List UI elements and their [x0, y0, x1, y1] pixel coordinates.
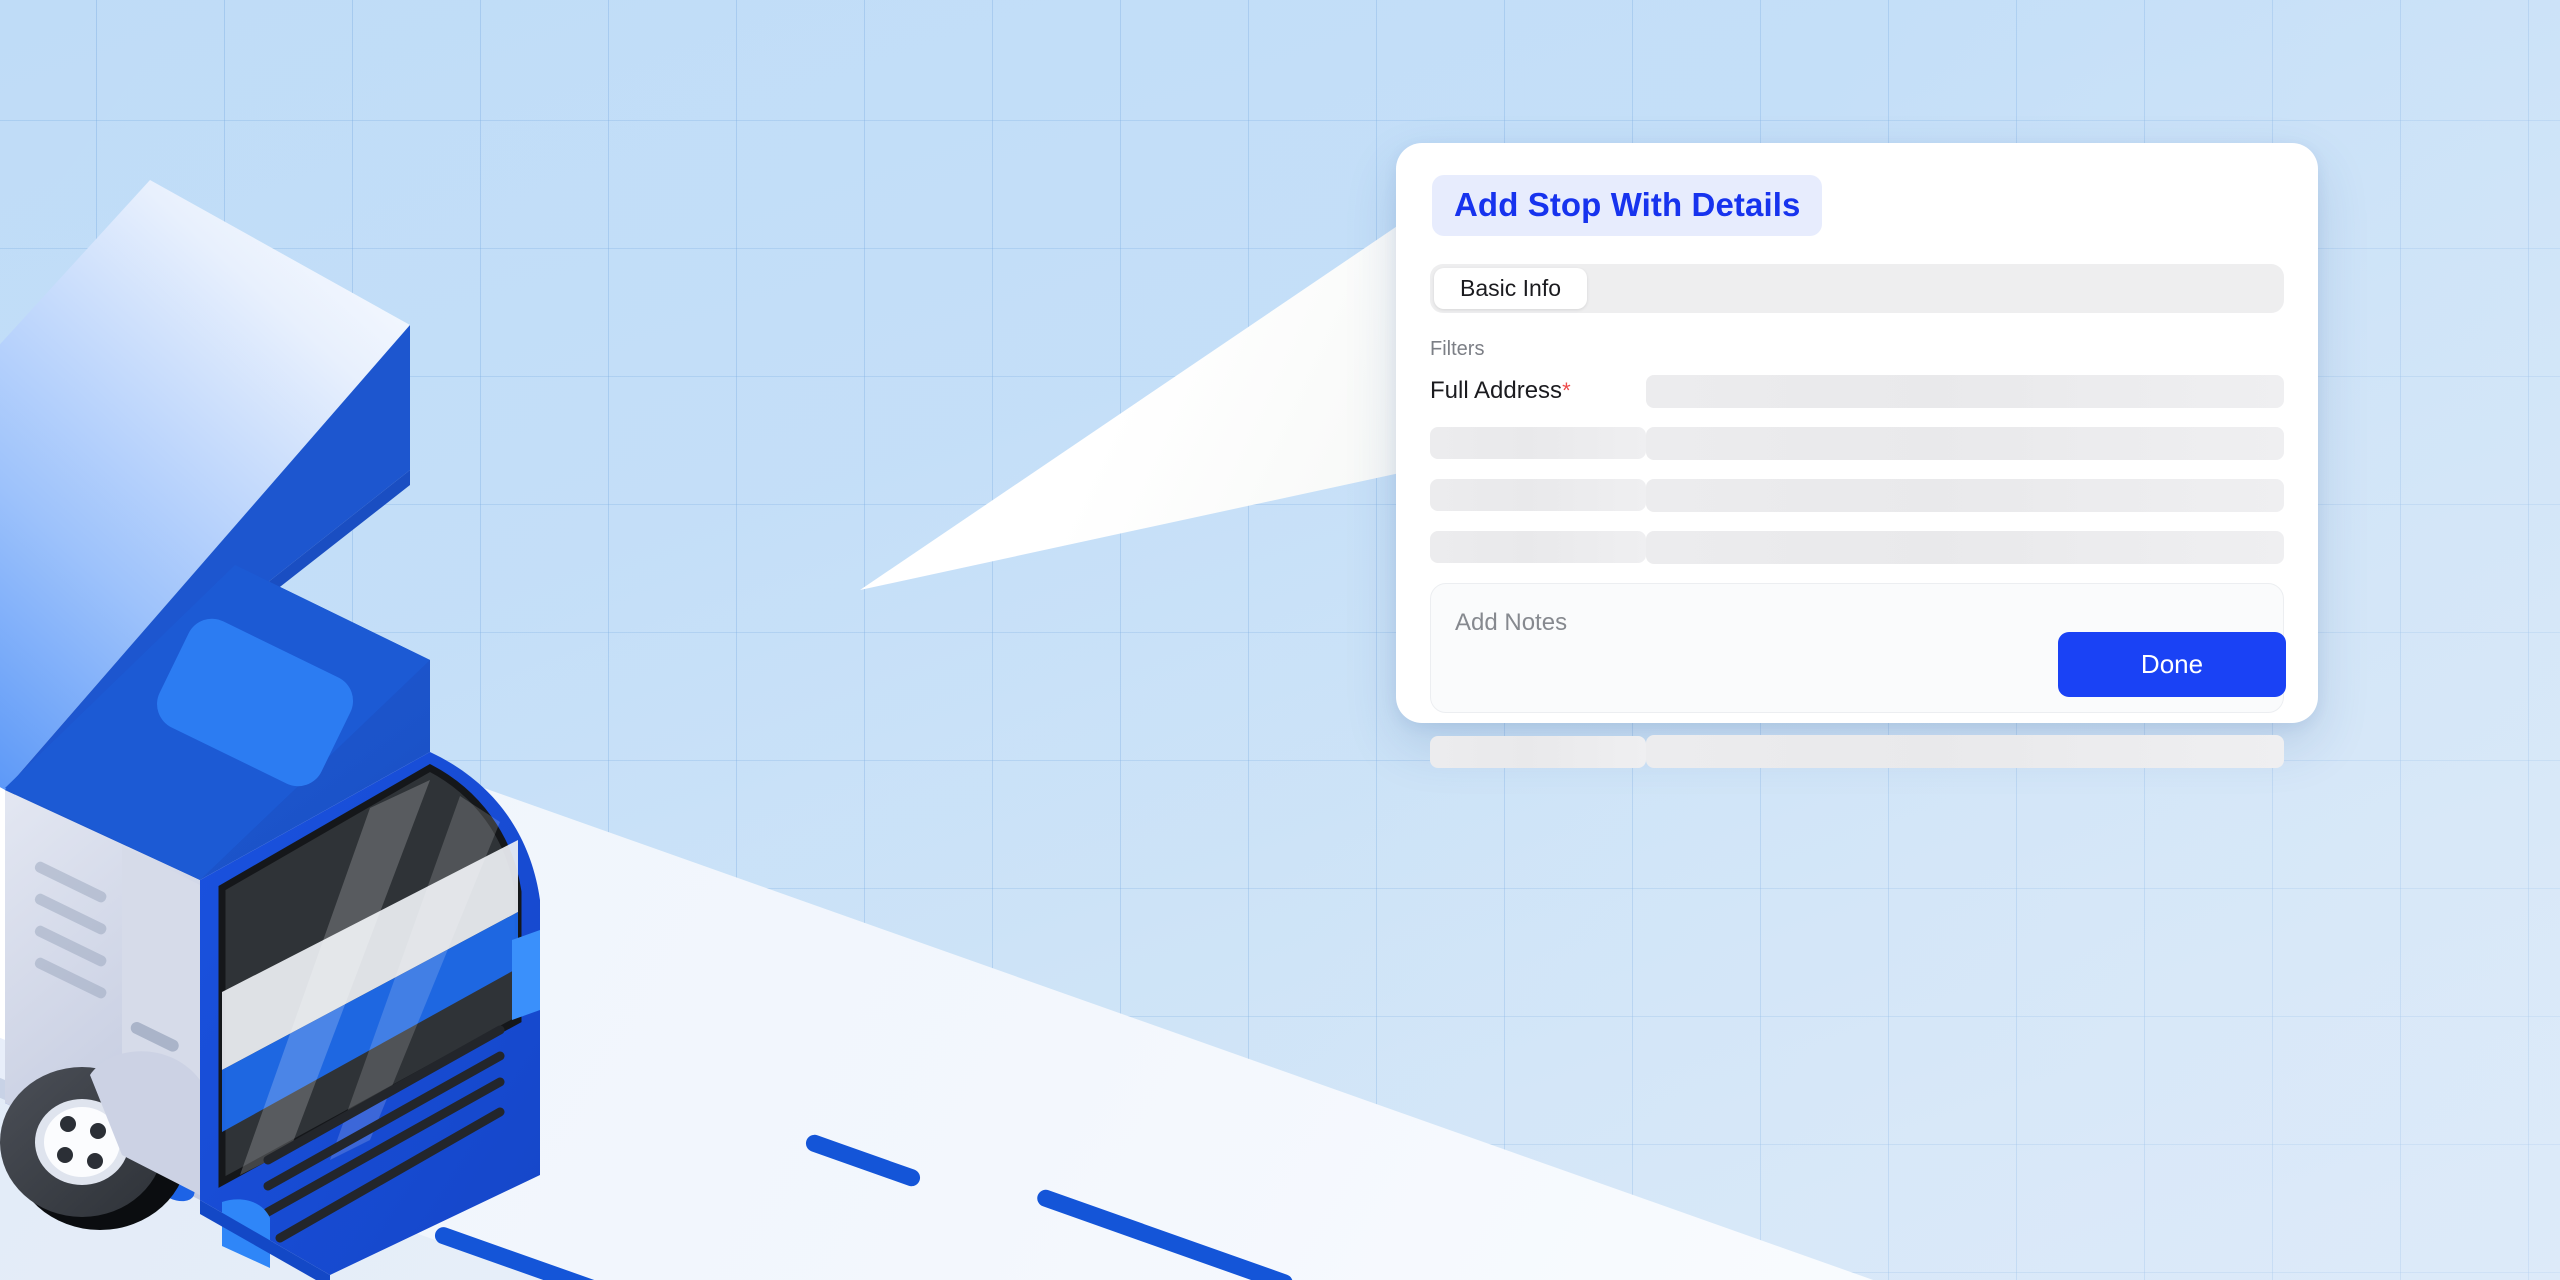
dialog-title-pill: Add Stop With Details — [1432, 175, 1823, 236]
row-input-skeleton[interactable] — [1646, 478, 2284, 512]
full-address-label-text: Full Address — [1430, 377, 1563, 404]
form-row-bottom — [1430, 735, 2284, 768]
form-rows: Full Address* — [1430, 370, 2284, 568]
form-row-full-address: Full Address* — [1430, 370, 2284, 412]
done-button[interactable]: Done — [2058, 632, 2286, 697]
row-label-skeleton — [1430, 479, 1646, 511]
full-address-input-skeleton[interactable] — [1646, 374, 2284, 408]
form-row-placeholder — [1430, 474, 2284, 516]
row-field-wrap[interactable] — [1646, 426, 2284, 460]
tab-bar: Basic Info — [1430, 264, 2284, 313]
row-input-skeleton[interactable] — [1646, 426, 2284, 460]
add-stop-dialog: Add Stop With Details Basic Info Filters… — [1396, 143, 2318, 768]
form-row-placeholder — [1430, 422, 2284, 464]
screenshot-root: Add Stop With Details Basic Info Filters… — [0, 0, 2560, 1280]
bottom-row-field-wrap[interactable] — [1646, 735, 2284, 768]
row-label-skeleton — [1430, 427, 1646, 459]
row-field-wrap[interactable] — [1646, 478, 2284, 512]
page-title: Add Stop With Details — [1454, 186, 1801, 223]
row-label-skeleton — [1430, 531, 1646, 563]
delivery-truck-illustration — [0, 180, 540, 1280]
full-address-label: Full Address* — [1430, 377, 1646, 405]
full-address-field-wrap[interactable] — [1646, 374, 2284, 408]
form-row-placeholder — [1430, 526, 2284, 568]
dialog-footer: Done — [2058, 632, 2286, 697]
required-asterisk: * — [1562, 378, 1571, 403]
headlight-right — [512, 930, 540, 1020]
row-input-skeleton[interactable] — [1646, 530, 2284, 564]
bottom-row-input-skeleton[interactable] — [1646, 735, 2284, 768]
filters-label: Filters — [1430, 338, 1485, 360]
row-field-wrap[interactable] — [1646, 530, 2284, 564]
tab-basic-info[interactable]: Basic Info — [1434, 268, 1587, 309]
bottom-row-label-skeleton — [1430, 735, 1646, 768]
